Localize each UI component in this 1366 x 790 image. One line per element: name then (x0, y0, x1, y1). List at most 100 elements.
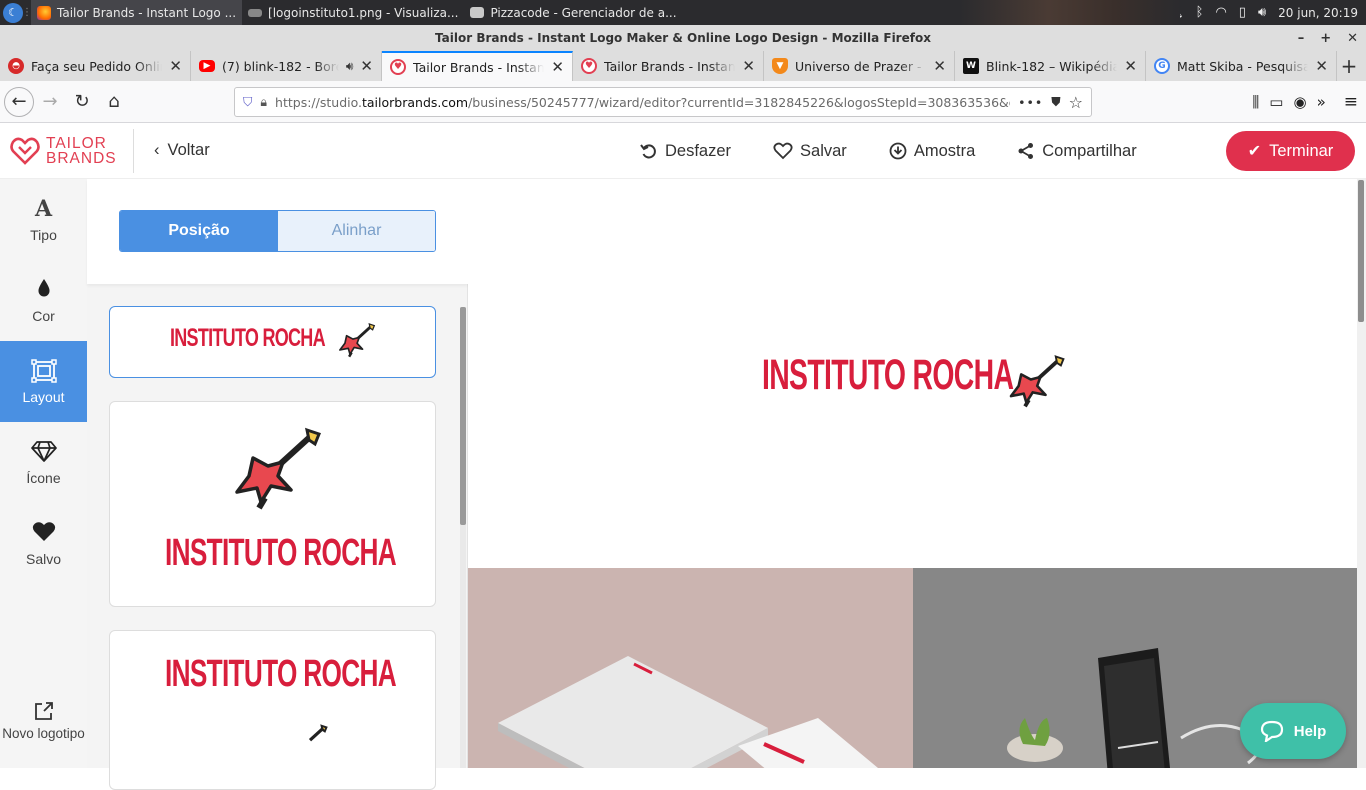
close-window-icon[interactable]: ✕ (1347, 31, 1358, 46)
overflow-chevron-icon[interactable]: » (1317, 93, 1326, 111)
clock[interactable]: 20 jun, 20:19 (1278, 6, 1358, 20)
tab-label: Matt Skiba - Pesquisa G (1177, 58, 1309, 74)
checkmark-icon: ✔ (1247, 143, 1262, 160)
close-tab-icon[interactable]: ✕ (933, 57, 946, 75)
bluetooth-icon[interactable]: ᛒ (1196, 5, 1204, 20)
external-link-icon (34, 702, 53, 720)
back-link-label: Voltar (167, 141, 210, 159)
close-tab-icon[interactable]: ✕ (360, 57, 373, 75)
url-text[interactable]: https://studio.tailorbrands.com/business… (275, 95, 1010, 110)
wikipedia-icon: W (963, 58, 979, 74)
share-label: Compartilhar (1042, 141, 1137, 160)
window-controls: – + ✕ (1298, 25, 1358, 51)
close-tab-icon[interactable]: ✕ (1124, 57, 1137, 75)
pocket-icon[interactable]: ⛊ (1051, 94, 1060, 110)
taskbar-wallpaper-strip (960, 0, 1180, 25)
sidebar-toggle-icon[interactable]: ▭ (1269, 93, 1283, 111)
download-circle-icon (889, 142, 907, 160)
lock-icon[interactable]: 🔒︎ (260, 94, 267, 110)
editor-actions: Desfazer Salvar Amostra Compartilhar (640, 123, 1137, 179)
maximize-icon[interactable]: + (1320, 31, 1331, 46)
save-button[interactable]: Salvar (773, 142, 847, 161)
back-button[interactable]: ← (4, 86, 34, 117)
taskbar-task-label: [logoinstituto1.png - Visualiza... (268, 5, 459, 20)
pizza-icon: ◓ (8, 58, 24, 74)
sidebar-item-label: Tipo (30, 226, 57, 243)
sidebar-item-color[interactable]: Cor (0, 260, 87, 341)
close-tab-icon[interactable]: ✕ (1315, 57, 1328, 75)
help-label: Help (1293, 722, 1327, 740)
undo-button[interactable]: Desfazer (640, 142, 731, 161)
finish-button[interactable]: ✔ Terminar (1226, 131, 1355, 171)
tab-align[interactable]: Alinhar (278, 211, 435, 251)
tab-pizza[interactable]: ◓ Faça seu Pedido Online ✕ (0, 51, 191, 81)
layout-brand-text: INSTITUTO ROCHA (165, 653, 397, 695)
bookmark-star-icon[interactable]: ☆ (1069, 93, 1083, 112)
taskbar-task-file-manager[interactable]: Pizzacode - Gerenciador de a... (464, 0, 682, 25)
share-icon (1018, 143, 1034, 159)
close-tab-icon[interactable]: ✕ (551, 58, 564, 76)
start-menu-icon[interactable]: ☾ (3, 2, 23, 23)
tab-tailorbrands[interactable]: ♥ Tailor Brands - Instant ✕ (573, 51, 764, 81)
home-button[interactable]: ⌂ (98, 86, 130, 118)
sample-button[interactable]: Amostra (889, 142, 975, 161)
taskbar-task-firefox[interactable]: Tailor Brands - Instant Logo ... (31, 0, 243, 25)
tab-strip: ◓ Faça seu Pedido Online ✕ ▶ (7) blink-1… (0, 51, 1366, 81)
tab-position[interactable]: Posição (120, 211, 278, 251)
sidebar-item-type[interactable]: A Tipo (0, 179, 87, 260)
wifi-icon[interactable]: ◠ (1215, 5, 1226, 20)
hamburger-menu-icon[interactable]: ≡ (1344, 92, 1358, 112)
close-tab-icon[interactable]: ✕ (742, 57, 755, 75)
sidebar-item-layout[interactable]: Layout (0, 341, 87, 422)
forward-button[interactable]: → (34, 86, 66, 118)
account-icon[interactable]: ◉ (1293, 93, 1306, 111)
bell-icon[interactable]: 🔔︎ (1167, 5, 1184, 20)
help-button[interactable]: Help (1240, 703, 1346, 759)
share-button[interactable]: Compartilhar (1017, 141, 1137, 161)
reload-button[interactable]: ↻ (66, 86, 98, 118)
guitar-icon (339, 323, 376, 358)
sidebar-item-label: Ícone (26, 469, 61, 486)
page-actions-icon[interactable]: ••• (1018, 95, 1043, 110)
new-logo-button[interactable]: Novo logotipo (0, 700, 87, 750)
taskbar-task-image-viewer[interactable]: [logoinstituto1.png - Visualiza... (242, 0, 464, 25)
layout-option-horizontal[interactable]: INSTITUTO ROCHA (109, 306, 436, 378)
tracking-protection-icon[interactable]: ⛉ (243, 94, 252, 110)
address-bar[interactable]: ⛉ 🔒︎ https://studio.tailorbrands.com/bus… (234, 87, 1092, 117)
main-scrollbar-thumb[interactable] (1358, 180, 1364, 322)
youtube-icon: ▶ (199, 60, 215, 72)
layout-option-stacked-icon-bottom[interactable]: INSTITUTO ROCHA (109, 630, 436, 790)
tailor-brands-logo[interactable]: TAILOR BRANDS (0, 128, 134, 173)
save-label: Salvar (800, 141, 847, 160)
tab-youtube[interactable]: ▶ (7) blink-182 - Bored 🔊︎ ✕ (191, 51, 382, 81)
tab-tailorbrands-active[interactable]: ♥ Tailor Brands - Instant ✕ (382, 51, 573, 81)
layout-brand-text: INSTITUTO ROCHA (165, 532, 397, 574)
new-logo-label: Novo logotipo (2, 726, 85, 741)
position-align-toggle: Posição Alinhar (119, 210, 436, 252)
layout-option-stacked-icon-top[interactable]: INSTITUTO ROCHA (109, 401, 436, 607)
layout-icon (30, 358, 57, 383)
tab-label: (7) blink-182 - Bored (222, 58, 339, 74)
chevron-left-icon: ‹ (154, 141, 160, 159)
window-title: Tailor Brands - Instant Logo Maker & Onl… (435, 31, 931, 45)
tab-wikipedia[interactable]: W Blink-182 – Wikipédia, ✕ (955, 51, 1146, 81)
battery-icon[interactable]: ▯ (1239, 5, 1246, 20)
layout-brand-text: INSTITUTO ROCHA (170, 324, 326, 352)
sidebar-item-icon[interactable]: Ícone (0, 422, 87, 503)
tab-brave-site[interactable]: ▼ Universo de Prazer - De ✕ (764, 51, 955, 81)
volume-icon[interactable]: 🔊︎ (1258, 5, 1266, 20)
new-tab-button[interactable]: + (1337, 51, 1361, 81)
tailor-brands-icon: ♥ (390, 59, 406, 75)
panel-scrollbar-thumb[interactable] (460, 307, 466, 525)
close-tab-icon[interactable]: ✕ (169, 57, 182, 75)
sidebar-item-saved[interactable]: Salvo (0, 503, 87, 584)
minimize-icon[interactable]: – (1298, 31, 1305, 46)
logo-canvas[interactable]: INSTITUTO ROCHA (468, 179, 1357, 568)
speaker-icon[interactable]: 🔊︎ (346, 59, 354, 74)
tab-google[interactable]: G Matt Skiba - Pesquisa G ✕ (1146, 51, 1337, 81)
layout-panel: Posição Alinhar INSTITUTO ROCHA INSTITUT… (87, 179, 468, 790)
library-icon[interactable]: ⫼ (1252, 93, 1259, 111)
guitar-icon (308, 724, 328, 742)
finish-label: Terminar (1269, 141, 1334, 160)
back-link[interactable]: ‹ Voltar (154, 141, 210, 160)
